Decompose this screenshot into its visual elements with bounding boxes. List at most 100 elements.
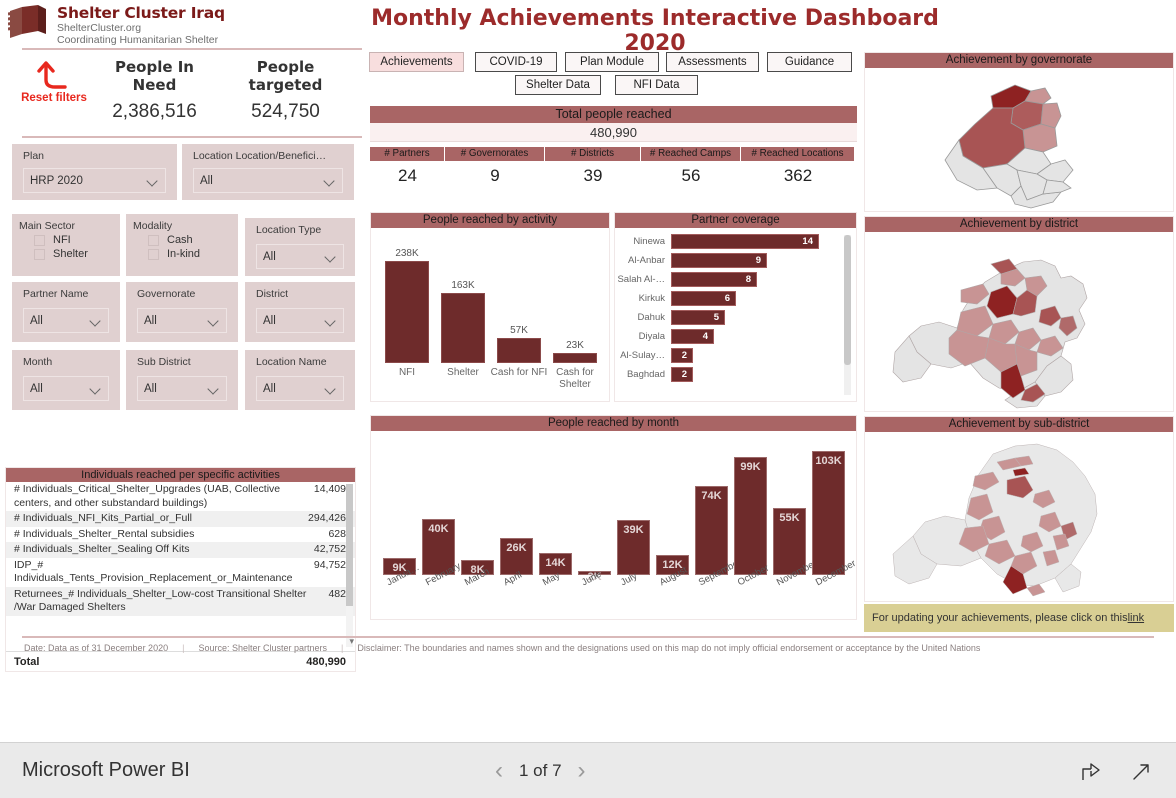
checkbox-nfi[interactable]: NFI — [34, 234, 120, 246]
partner-row-baghdad[interactable]: Baghdad 2 — [615, 366, 856, 383]
partner-bar[interactable]: 8 — [671, 272, 757, 287]
filter-plan-dropdown[interactable]: HRP 2020 — [23, 168, 166, 193]
month-bar-rect: 103K — [812, 451, 845, 575]
map-achievement-by-sub-district[interactable]: Achievement by sub-district — [864, 416, 1174, 602]
bar-shelter-rect[interactable] — [441, 293, 485, 363]
partner-bar[interactable]: 2 — [671, 348, 693, 363]
chart-people-reached-by-activity[interactable]: People reached by activity 238K NFI 163K… — [370, 212, 610, 402]
partner-row-kirkuk[interactable]: Kirkuk 6 — [615, 290, 856, 307]
filter-month[interactable]: Month All — [12, 350, 120, 410]
month-bar-april[interactable]: 26K April — [500, 538, 533, 588]
tab-covid-19[interactable]: COVID-19 — [475, 52, 557, 72]
partner-row-al-sulaymaniyah[interactable]: Al-Sulay… 2 — [615, 347, 856, 364]
checkbox-cash[interactable]: Cash — [148, 234, 238, 246]
partner-scrollbar[interactable] — [844, 235, 851, 395]
table-scrollbar[interactable] — [346, 484, 353, 647]
month-bar-october[interactable]: 99K October — [734, 457, 771, 588]
partner-bar[interactable]: 9 — [671, 253, 767, 268]
month-bar-december[interactable]: 103K December — [812, 451, 858, 588]
bar-cash-for-shelter-rect[interactable] — [553, 353, 597, 363]
month-bar-august[interactable]: 12K August — [656, 555, 689, 588]
filter-governorate[interactable]: Governorate All — [126, 282, 238, 342]
tab-nfi-data[interactable]: NFI Data — [615, 75, 698, 95]
tab-guidance[interactable]: Guidance — [767, 52, 852, 72]
filter-sub-district-dropdown[interactable]: All — [137, 376, 227, 401]
chart-partner-coverage[interactable]: Partner coverage Ninewa 14 Al-Anbar 9 Sa… — [614, 212, 857, 402]
activities-table-body[interactable]: # Individuals_Critical_Shelter_Upgrades … — [6, 482, 355, 650]
filter-sub-district[interactable]: Sub District All — [126, 350, 238, 410]
table-row[interactable]: IDP_# Individuals_Tents_Provision_Replac… — [6, 558, 355, 587]
month-bar-july[interactable]: 39K July — [617, 520, 650, 588]
filter-location-name[interactable]: Location Name All — [245, 350, 355, 410]
map-governorate-body[interactable] — [865, 68, 1173, 211]
partner-bar[interactable]: 14 — [671, 234, 819, 249]
bar-cash-for-nfi-rect[interactable] — [497, 338, 541, 363]
bar-nfi[interactable]: 238K NFI — [385, 248, 429, 378]
partner-bar[interactable]: 5 — [671, 310, 725, 325]
month-bar-march[interactable]: 8K March — [461, 560, 494, 588]
map-achievement-by-district[interactable]: Achievement by district — [864, 216, 1174, 412]
filter-location-beneficiary[interactable]: Location Location/Benefici… All — [182, 144, 354, 200]
filter-main-sector[interactable]: Main Sector NFI Shelter — [12, 214, 120, 276]
tab-shelter-data[interactable]: Shelter Data — [515, 75, 601, 95]
table-row[interactable]: # Individuals_NFI_Kits_Partial_or_Full 2… — [6, 511, 355, 527]
chevron-left-icon[interactable]: ‹ — [495, 757, 503, 785]
month-bar-may[interactable]: 14K May — [539, 553, 572, 588]
tab-achievements[interactable]: Achievements — [369, 52, 464, 72]
filter-location-type-dropdown[interactable]: All — [256, 244, 344, 269]
partner-row-al-anbar[interactable]: Al-Anbar 9 — [615, 252, 856, 269]
chevron-right-icon[interactable]: › — [578, 757, 586, 785]
partner-row-dahuk[interactable]: Dahuk 5 — [615, 309, 856, 326]
partner-label: Salah Al-… — [617, 274, 665, 285]
filter-modality[interactable]: Modality Cash In-kind — [126, 214, 238, 276]
map-achievement-by-governorate[interactable]: Achievement by governorate — [864, 52, 1174, 212]
filter-partner-name-dropdown[interactable]: All — [23, 308, 109, 333]
reset-filters-button[interactable]: Reset filters — [8, 60, 100, 104]
table-row[interactable]: Returnees_# Individuals_Shelter_Low-cost… — [6, 586, 355, 616]
partner-bar[interactable]: 6 — [671, 291, 736, 306]
update-note-link[interactable]: link — [1128, 612, 1145, 624]
table-scrollbar-thumb[interactable] — [346, 484, 353, 606]
partner-bar[interactable]: 4 — [671, 329, 714, 344]
bar-nfi-rect[interactable] — [385, 261, 429, 363]
filter-district[interactable]: District All — [245, 282, 355, 342]
table-row[interactable]: # Individuals_Critical_Shelter_Upgrades … — [6, 482, 355, 511]
share-icon[interactable] — [1080, 761, 1102, 783]
map-sub-district-body[interactable] — [865, 432, 1173, 601]
filter-district-dropdown[interactable]: All — [256, 308, 344, 333]
table-row[interactable]: # Individuals_Shelter_Sealing Off Kits 4… — [6, 542, 355, 558]
tab-assessments[interactable]: Assessments — [666, 52, 759, 72]
chart-people-reached-by-month[interactable]: People reached by month 9K Janua… 40K Fe… — [370, 415, 858, 620]
month-bar-november[interactable]: 55K November — [773, 508, 819, 588]
partner-row-salah-al-din[interactable]: Salah Al-… 8 — [615, 271, 856, 288]
bar-cash-for-shelter[interactable]: 23K Cash for Shelter — [553, 340, 597, 390]
month-bar-june[interactable]: 2K June — [578, 569, 611, 588]
month-bar-september[interactable]: 74K September — [695, 486, 743, 588]
bar-cash-for-nfi[interactable]: 57K Cash for NFI — [491, 325, 548, 378]
fullscreen-icon[interactable] — [1130, 761, 1152, 783]
checkbox-icon — [148, 248, 159, 260]
filter-plan[interactable]: Plan HRP 2020 — [12, 144, 177, 200]
partner-row-ninewa[interactable]: Ninewa 14 — [615, 233, 856, 250]
filter-location-beneficiary-dropdown[interactable]: All — [193, 168, 343, 193]
filter-location-name-label: Location Name — [256, 356, 327, 368]
update-achievements-note[interactable]: For updating your achievements, please c… — [864, 604, 1174, 632]
total-people-reached-card: Total people reached 480,990 — [370, 106, 857, 143]
map-district-body[interactable] — [865, 232, 1173, 411]
checkbox-in-kind[interactable]: In-kind — [148, 248, 238, 260]
tab-plan-module[interactable]: Plan Module — [565, 52, 659, 72]
filter-location-type[interactable]: Location Type All — [245, 218, 355, 276]
partner-bar[interactable]: 2 — [671, 367, 693, 382]
partner-scrollbar-thumb[interactable] — [844, 235, 851, 365]
filter-month-dropdown[interactable]: All — [23, 376, 109, 401]
checkbox-shelter[interactable]: Shelter — [34, 248, 120, 260]
filter-governorate-dropdown[interactable]: All — [137, 308, 227, 333]
partner-row-diyala[interactable]: Diyala 4 — [615, 328, 856, 345]
bar-shelter[interactable]: 163K Shelter — [441, 280, 485, 378]
month-bar-february[interactable]: 40K February — [422, 519, 463, 588]
month-bar-january[interactable]: 9K Janua… — [383, 558, 421, 588]
filter-location-beneficiary-value: All — [200, 174, 213, 187]
filter-location-name-dropdown[interactable]: All — [256, 376, 344, 401]
table-row[interactable]: # Individuals_Shelter_Rental subsidies 6… — [6, 527, 355, 543]
filter-partner-name[interactable]: Partner Name All — [12, 282, 120, 342]
